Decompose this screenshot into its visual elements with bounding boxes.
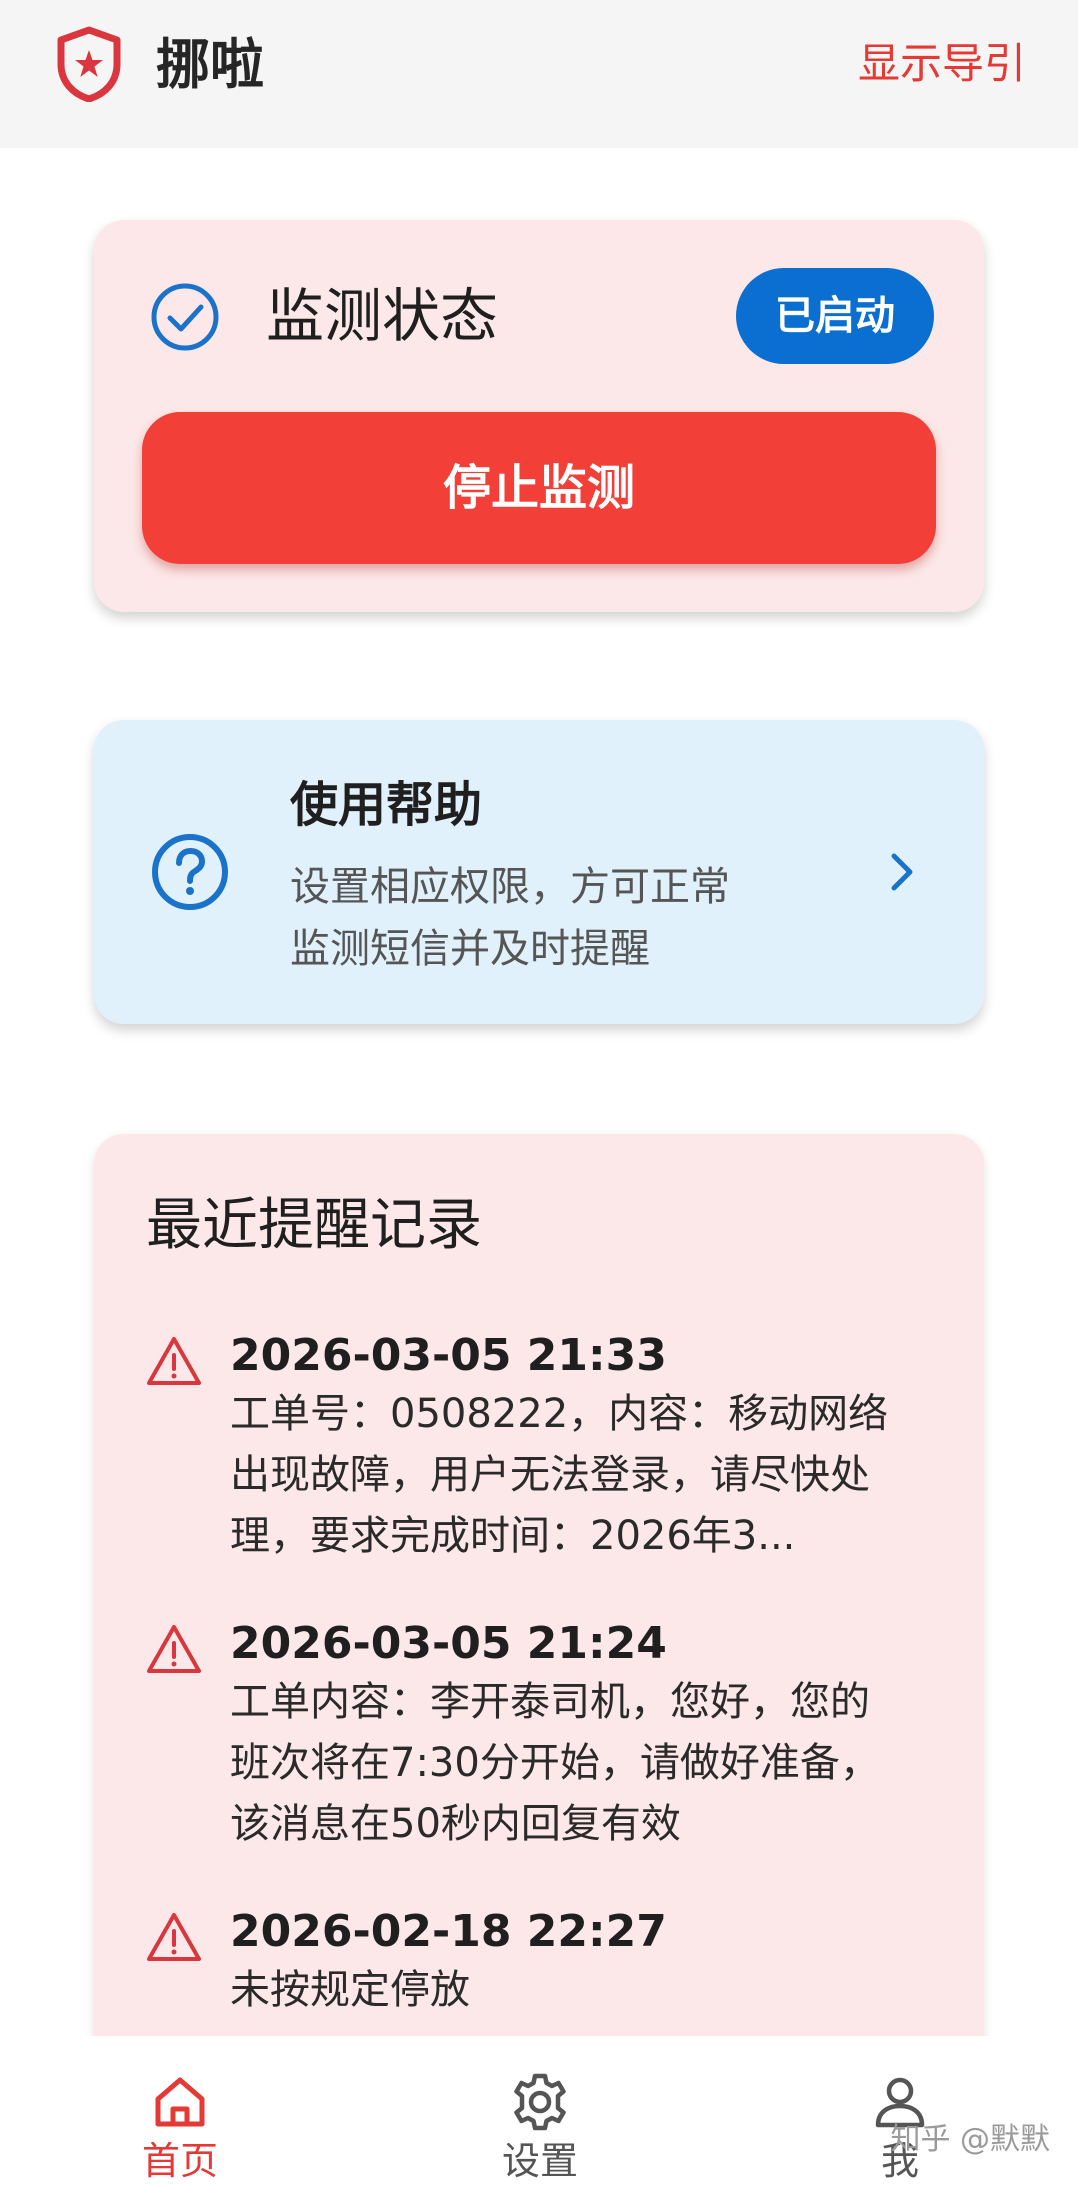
- help-desc-line: 设置相应权限，方可正常: [290, 864, 730, 910]
- recent-alerts-card: 最近提醒记录 2026-03-05 21:33 工单号：0508222，内容：移…: [94, 1134, 984, 2189]
- help-title: 使用帮助: [290, 777, 483, 833]
- question-circle-icon: [152, 834, 228, 910]
- shield-star-icon: [57, 26, 121, 102]
- nav-settings-tab[interactable]: 设置: [430, 2036, 650, 2189]
- status-badge: 已启动: [736, 268, 934, 364]
- app-title: 挪啦: [156, 33, 264, 96]
- home-icon: [155, 2077, 205, 2127]
- alert-time: 2026-02-18 22:27: [230, 1906, 667, 1957]
- gear-icon: [514, 2073, 566, 2131]
- alert-line: 理，要求完成时间：2026年3...: [230, 1513, 796, 1559]
- alert-line: 工单号：0508222，内容：移动网络: [230, 1391, 889, 1437]
- alert-time: 2026-03-05 21:24: [230, 1618, 667, 1669]
- check-circle-icon: [151, 283, 219, 351]
- warning-triangle-icon: [147, 1625, 201, 1673]
- alert-content: 未按规定停放: [230, 1960, 930, 2021]
- nav-me-tab[interactable]: 我: [790, 2036, 1010, 2189]
- alert-content: 工单号：0508222，内容：移动网络 出现故障，用户无法登录，请尽快处 理，要…: [230, 1384, 930, 1567]
- alert-line: 出现故障，用户无法登录，请尽快处: [230, 1452, 870, 1498]
- alert-time: 2026-03-05 21:33: [230, 1330, 667, 1381]
- nav-home-label: 首页: [141, 2139, 218, 2183]
- watermark-text: 知乎 @默默: [890, 2122, 1050, 2157]
- alert-line: 工单内容：李开泰司机，您好，您的: [230, 1679, 870, 1725]
- monitor-status-title: 监测状态: [266, 282, 499, 350]
- app-bar: 挪啦 显示导引: [0, 0, 1078, 148]
- help-desc-line: 监测短信并及时提醒: [290, 926, 650, 972]
- monitor-status-card: 监测状态 已启动 停止监测: [94, 220, 984, 612]
- nav-home-tab[interactable]: 首页: [70, 2036, 290, 2189]
- alert-line: 班次将在7:30分开始，请做好准备，: [230, 1740, 880, 1786]
- bottom-navigation: 首页 设置 我: [0, 2036, 1078, 2189]
- alert-content: 工单内容：李开泰司机，您好，您的 班次将在7:30分开始，请做好准备， 该消息在…: [230, 1672, 930, 1855]
- stop-monitoring-button[interactable]: 停止监测: [142, 412, 936, 564]
- help-description: 设置相应权限，方可正常 监测短信并及时提醒: [290, 856, 850, 980]
- recent-alerts-title: 最近提醒记录: [146, 1193, 482, 1258]
- chevron-right-icon: [891, 853, 913, 891]
- nav-settings-label: 设置: [501, 2139, 578, 2183]
- warning-triangle-icon: [147, 1913, 201, 1961]
- alert-line: 未按规定停放: [230, 1967, 470, 2013]
- warning-triangle-icon: [147, 1337, 201, 1385]
- alert-line: 该消息在50秒内回复有效: [230, 1801, 681, 1847]
- help-card[interactable]: 使用帮助 设置相应权限，方可正常 监测短信并及时提醒: [94, 720, 984, 1024]
- show-guide-link[interactable]: 显示导引: [858, 34, 1026, 94]
